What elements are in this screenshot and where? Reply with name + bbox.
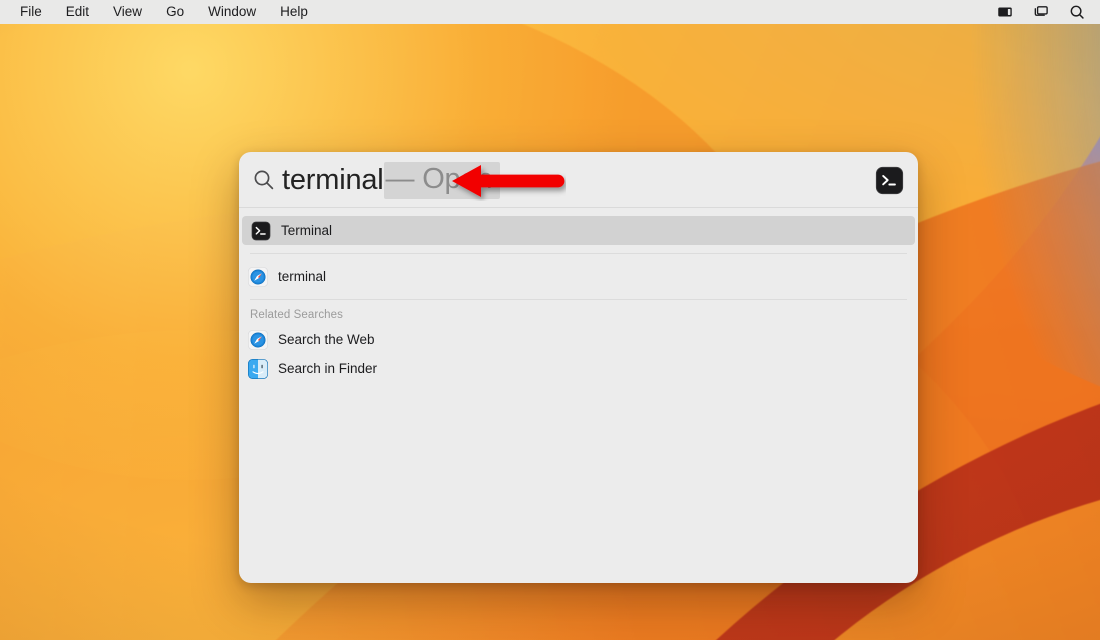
result-label: Terminal: [281, 223, 333, 238]
spotlight-search-header: terminal — Open: [239, 152, 918, 208]
red-arrow-pointer: [452, 165, 565, 197]
mission-control-icon[interactable]: [1032, 3, 1050, 21]
related-label: Search in Finder: [278, 361, 378, 376]
control-center-icon[interactable]: [996, 3, 1014, 21]
menu-item-file[interactable]: File: [8, 0, 54, 24]
search-icon: [254, 170, 274, 190]
menu-item-edit[interactable]: Edit: [54, 0, 101, 24]
finder-icon: [248, 358, 268, 379]
safari-icon: [248, 266, 268, 287]
menu-item-view[interactable]: View: [101, 0, 154, 24]
menu-bar-status-area: [996, 3, 1100, 21]
spotlight-results: Terminal terminal Related Searches Searc…: [239, 208, 918, 383]
spotlight-search-icon[interactable]: [1068, 3, 1086, 21]
menu-item-go[interactable]: Go: [154, 0, 196, 24]
related-row-search-in-finder[interactable]: Search in Finder: [239, 354, 918, 383]
related-row-search-the-web[interactable]: Search the Web: [239, 325, 918, 354]
menu-bar-items: File Edit View Go Window Help: [8, 0, 320, 24]
related-label: Search the Web: [278, 332, 375, 347]
result-label: terminal: [278, 269, 327, 284]
result-row-terminal-web[interactable]: terminal: [239, 262, 918, 291]
menu-item-window[interactable]: Window: [196, 0, 268, 24]
menu-bar: File Edit View Go Window Help: [0, 0, 1100, 24]
terminal-app-icon: [875, 166, 904, 195]
menu-item-help[interactable]: Help: [268, 0, 320, 24]
search-input-value: terminal: [282, 163, 384, 196]
related-searches-title: Related Searches: [250, 309, 344, 321]
desktop-screen: File Edit View Go Window Help terminal —…: [0, 0, 1100, 640]
safari-icon: [248, 329, 268, 350]
result-row-terminal-app[interactable]: Terminal: [242, 216, 915, 245]
terminal-app-icon: [251, 221, 271, 240]
spotlight-search-panel[interactable]: terminal — Open Terminal terminal Relate…: [239, 152, 918, 583]
